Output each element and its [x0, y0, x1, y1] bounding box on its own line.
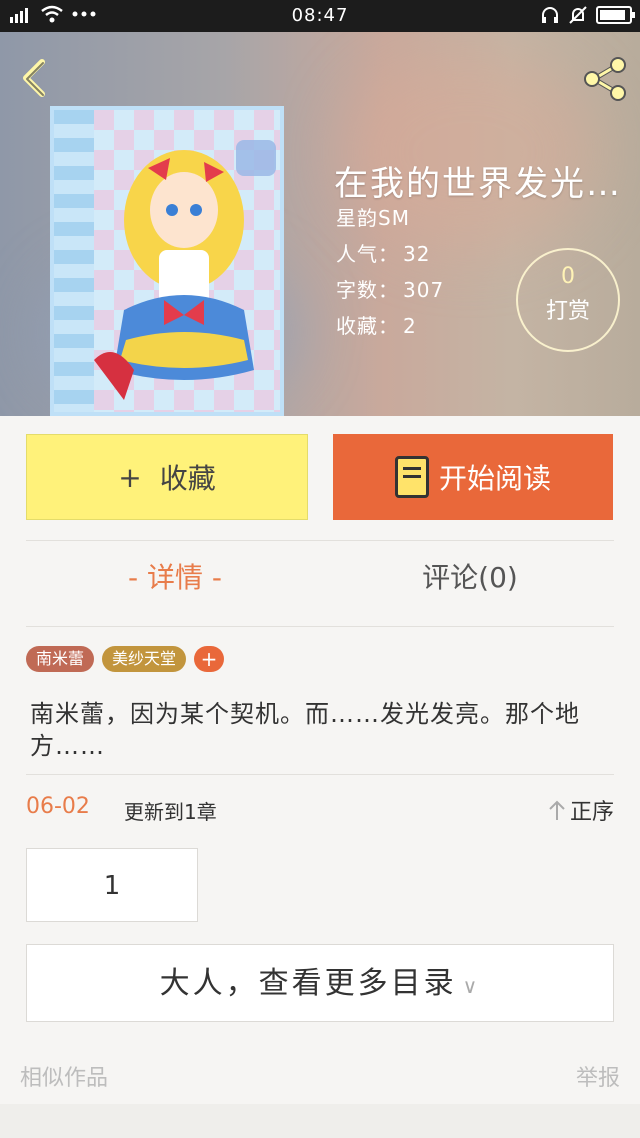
view-more-chapters-button[interactable]: 大人，查看更多目录 ∨ — [26, 944, 614, 1022]
sort-order-label: 正序 — [569, 800, 614, 825]
tag-item[interactable]: 南米蕾 — [26, 646, 95, 672]
divider — [26, 540, 614, 541]
share-icon — [584, 57, 626, 101]
similar-works-heading: 相似作品 — [20, 1066, 109, 1091]
plus-icon: + — [118, 460, 142, 494]
book-icon — [394, 456, 429, 498]
book-title: 在我的世界发光… — [334, 164, 622, 204]
status-right-icons — [540, 5, 635, 25]
back-button[interactable] — [14, 56, 54, 100]
sort-order-button[interactable]: 正序 — [548, 794, 614, 826]
add-tag-button[interactable]: + — [194, 646, 225, 672]
chapter-item[interactable]: 1 — [26, 848, 198, 922]
favorite-button-label: 收藏 — [159, 462, 216, 495]
popularity-value: 32 — [403, 242, 431, 266]
divider — [26, 626, 614, 627]
start-reading-button[interactable]: 开始阅读 — [333, 434, 613, 520]
tab-detail[interactable]: - 详情 - — [100, 556, 250, 610]
tag-item[interactable]: 美纱天堂 — [102, 646, 187, 672]
view-more-chapters-label: 大人，查看更多目录 — [159, 966, 457, 1001]
book-header: 在我的世界发光… 星韵SM 人气： 32 字数： 307 收藏： 2 0 打赏 — [0, 32, 640, 416]
similar-works-area — [0, 1104, 640, 1138]
battery-level — [600, 10, 626, 20]
battery-icon — [596, 6, 635, 24]
status-bar: 08:47 — [0, 0, 640, 32]
update-date: 06-02 — [26, 794, 90, 819]
tip-button[interactable]: 0 打赏 — [516, 248, 620, 352]
book-wordcount: 字数： 307 — [336, 274, 444, 303]
mute-bell-icon — [569, 6, 587, 24]
headphones-icon — [542, 7, 558, 23]
start-reading-label: 开始阅读 — [438, 462, 551, 495]
book-cover-image[interactable] — [50, 106, 284, 416]
arrow-up-icon — [549, 800, 565, 820]
book-favorites: 收藏： 2 — [336, 310, 417, 339]
report-button[interactable]: 举报 — [576, 1060, 620, 1092]
favorites-value: 2 — [403, 314, 417, 338]
tip-count: 0 — [561, 264, 575, 289]
update-status-text: 更新到1章 — [124, 800, 217, 824]
tag-list: 南米蕾 美纱天堂 + — [26, 646, 225, 672]
add-to-favorites-button[interactable]: + 收藏 — [26, 434, 308, 520]
tab-comments[interactable]: 评论(0) — [400, 556, 540, 610]
update-info-row: 06-02 更新到1章 正序 — [26, 794, 614, 828]
wordcount-value: 307 — [403, 278, 445, 302]
book-popularity: 人气： 32 — [336, 238, 430, 267]
chevron-down-icon: ∨ — [462, 974, 481, 998]
tip-label: 打赏 — [545, 299, 590, 324]
share-button[interactable] — [580, 54, 630, 104]
popularity-label: 人气： — [336, 242, 399, 266]
divider — [26, 774, 614, 775]
favorites-label: 收藏： — [336, 314, 399, 338]
book-author[interactable]: 星韵SM — [336, 202, 410, 231]
book-description: 南米蕾，因为某个契机。而……发光发亮。那个地方…… — [30, 700, 580, 760]
back-chevron-icon — [23, 59, 45, 97]
cover-character-illustration — [94, 140, 276, 400]
wordcount-label: 字数： — [336, 278, 399, 302]
